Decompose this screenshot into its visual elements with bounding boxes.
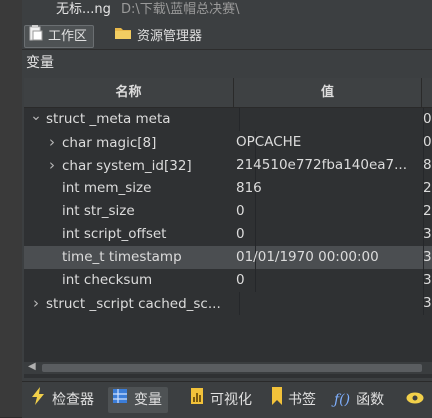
tab-workspace-label: 工作区 (48, 29, 88, 44)
cell-value (234, 292, 424, 315)
tab-explorer[interactable]: 资源管理器 (114, 25, 202, 48)
table-row[interactable]: int script_offset 0 3 (24, 223, 432, 246)
cell-value: 214510e772fba140ea7... (234, 154, 424, 177)
cell-start: 2 (423, 203, 432, 219)
recent-file-name: 无标...ng (56, 2, 111, 17)
cell-value: 01/01/1970 00:00:00 (234, 246, 424, 269)
folder-icon (114, 25, 132, 48)
tab-workspace[interactable]: 工作区 (24, 24, 95, 49)
cell-name: int script_offset (24, 223, 256, 246)
cell-start: 3 (423, 295, 432, 311)
cell-start: 2 (423, 180, 432, 196)
chevron-right-icon[interactable]: › (46, 131, 58, 154)
panel-title: 变量 (26, 55, 54, 71)
horizontal-scrollbar[interactable]: ◀ (24, 361, 432, 374)
cell-name: ⌄ struct _meta meta (24, 108, 240, 131)
eye-icon (406, 387, 424, 413)
tab-explorer-label: 资源管理器 (137, 29, 203, 44)
tab-visualization-label: 可视化 (210, 392, 252, 408)
table-row[interactable]: int mem_size 816 2 (24, 177, 432, 200)
tab-functions[interactable]: ƒ() 函数 (334, 387, 384, 413)
table-row[interactable]: int str_size 0 2 (24, 200, 432, 223)
cell-start: 3 (423, 226, 432, 242)
grid-icon (112, 387, 128, 413)
table-header: 名称 值 (24, 78, 432, 108)
recent-file-path: D:\下载\蓝帽总决赛\ (121, 2, 240, 17)
top-tab-bar: 工作区 资源管理器 (22, 24, 432, 50)
left-side-strip (0, 0, 23, 417)
table-row[interactable]: ⌄ struct _meta meta 0 (24, 108, 432, 131)
cell-start: 3 (423, 272, 432, 288)
table-row[interactable]: › char system_id[32] 214510e772fba140ea7..… (24, 154, 432, 177)
tab-variables-label: 变量 (134, 392, 162, 408)
chevron-down-icon[interactable]: ⌄ (30, 108, 42, 128)
table-row[interactable]: int checksum 0 3 (24, 269, 432, 292)
tab-variables[interactable]: 变量 (108, 387, 168, 413)
variable-name: int mem_size (62, 180, 152, 196)
variable-name: char system_id[32] (62, 158, 192, 174)
cell-value: 0 (234, 200, 424, 223)
cell-name: int mem_size (24, 177, 256, 200)
scrollbar-thumb[interactable] (42, 364, 422, 372)
chevron-right-icon[interactable]: › (30, 292, 42, 315)
cell-start: 8 (423, 157, 432, 173)
lightning-icon (30, 386, 46, 414)
cell-start: 0 (423, 111, 432, 127)
table-row[interactable]: › char magic[8] OPCACHE 0 (24, 131, 432, 154)
column-header-value[interactable]: 值 (234, 78, 422, 107)
variable-name: int checksum (62, 272, 153, 288)
bookmark-icon (272, 386, 282, 414)
variable-name: int str_size (62, 203, 135, 219)
variable-name: int script_offset (62, 226, 167, 242)
variable-name: char magic[8] (62, 135, 157, 151)
main-panel: 无标...ng D:\下载\蓝帽总决赛\ 工作区 资源管理器 变量 名称 值 ⌄… (22, 0, 432, 418)
tab-bookmarks[interactable]: 书签 (272, 386, 316, 414)
cell-name: int str_size (24, 200, 256, 223)
variable-name: time_t timestamp (62, 249, 182, 265)
table-row[interactable]: › struct _script cached_sc... 3 (24, 292, 432, 315)
cell-start: 0 (423, 134, 432, 150)
cell-name: › char magic[8] (24, 131, 256, 154)
cell-name: int checksum (24, 269, 256, 292)
function-icon: ƒ() (334, 392, 351, 408)
tab-functions-label: 函数 (356, 392, 385, 408)
variable-name: struct _meta meta (46, 111, 171, 127)
cell-value: 0 (234, 223, 424, 246)
column-header-name[interactable]: 名称 (24, 78, 234, 107)
bottom-tab-bar: 检查器 变量 可视化 书签 ƒ() 函数 (22, 381, 432, 418)
cell-value: OPCACHE (234, 131, 424, 154)
scroll-left-arrow-icon[interactable]: ◀ (28, 361, 36, 372)
table-body: ⌄ struct _meta meta 0 › char magic[8] OPCACHE… (24, 108, 432, 315)
tab-inspector-label: 检查器 (52, 392, 94, 408)
variable-name: struct _script cached_sc... (46, 296, 221, 312)
cell-start: 3 (423, 249, 432, 265)
recent-file-entry[interactable]: 无标...ng D:\下载\蓝帽总决赛\ (22, 0, 432, 22)
cell-value: 816 (234, 177, 424, 200)
cell-value (234, 108, 424, 131)
chart-icon (190, 387, 204, 414)
variables-table: 名称 值 ⌄ struct _meta meta 0 › char magic[8] OP… (24, 78, 432, 378)
cell-name: › struct _script cached_sc... (24, 292, 240, 315)
cell-name: › char system_id[32] (24, 154, 256, 177)
tab-eye[interactable] (406, 387, 430, 413)
tab-bookmarks-label: 书签 (288, 392, 316, 408)
tab-inspector[interactable]: 检查器 (30, 386, 94, 414)
chevron-right-icon[interactable]: › (46, 154, 58, 177)
cell-value: 0 (234, 269, 424, 292)
cell-name: time_t timestamp (24, 246, 256, 269)
table-row[interactable]: time_t timestamp 01/01/1970 00:00:00 3 (24, 246, 432, 269)
tab-visualization[interactable]: 可视化 (190, 387, 252, 413)
clipboard-icon (29, 24, 43, 49)
